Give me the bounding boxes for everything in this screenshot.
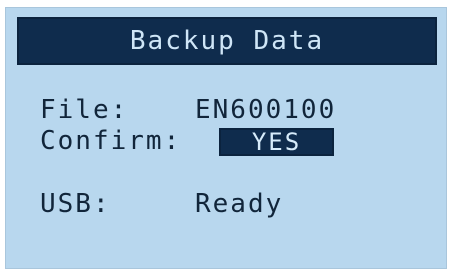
- file-value: EN600100: [195, 95, 337, 125]
- confirm-label: Confirm:: [40, 126, 182, 156]
- screen-title: Backup Data: [129, 26, 325, 56]
- usb-label: USB:: [40, 189, 111, 219]
- file-label: File:: [40, 95, 129, 125]
- confirm-yes-button[interactable]: YES: [219, 128, 334, 156]
- lcd-screen: Backup Data File: EN600100 Confirm: YES …: [5, 7, 447, 269]
- title-bar: Backup Data: [17, 17, 437, 65]
- usb-status: Ready: [195, 189, 284, 219]
